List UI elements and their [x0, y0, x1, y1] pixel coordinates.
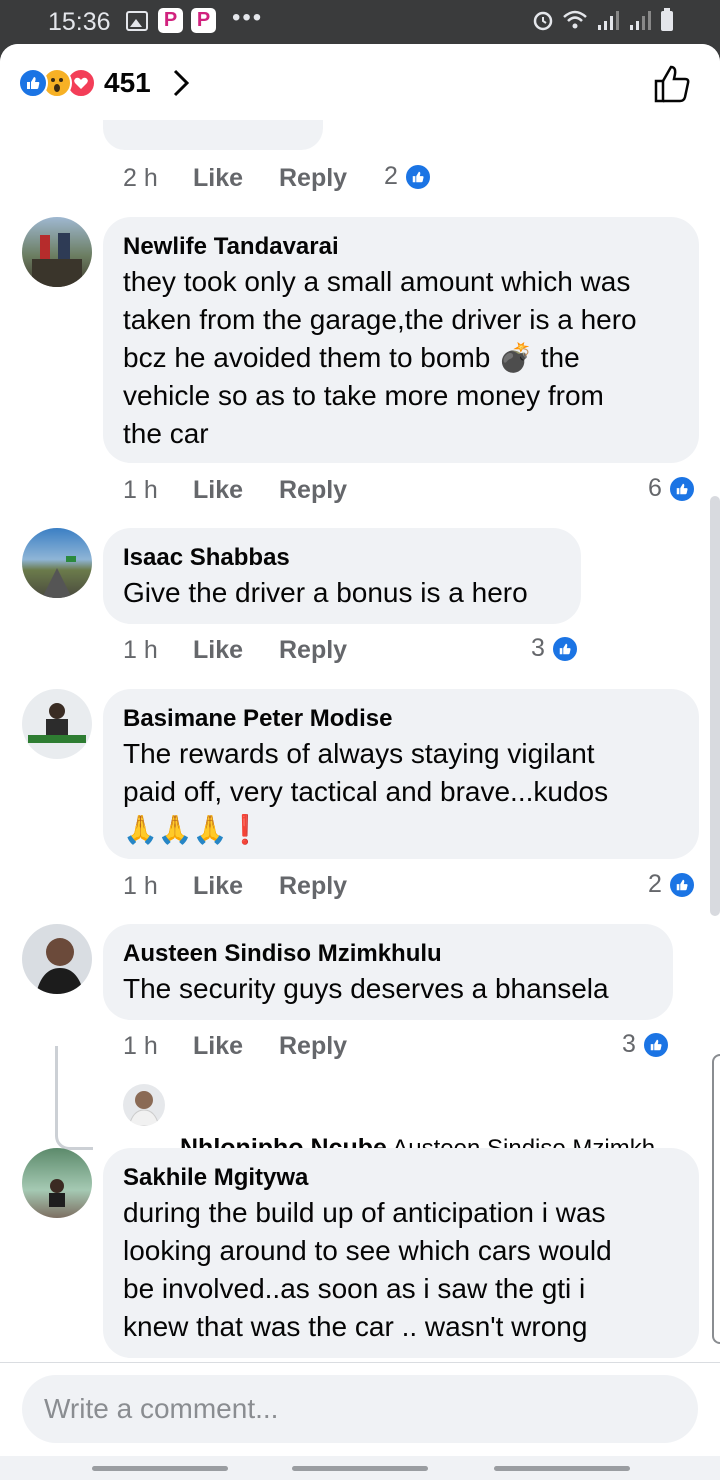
more-notifications-icon: •••: [232, 4, 264, 31]
commenter-name[interactable]: Austeen Sindiso Mzimkhulu: [123, 938, 653, 970]
alarm-icon: [533, 11, 553, 31]
avatar[interactable]: [22, 689, 92, 759]
reactions-summary[interactable]: 451: [18, 66, 189, 100]
comment-actions: 1 h Like Reply: [123, 872, 347, 901]
nav-back-button[interactable]: [494, 1466, 630, 1471]
signal-icon: [598, 11, 619, 30]
comment-like-count[interactable]: 3: [531, 634, 579, 663]
comment-text-line: they took only a small amount which was: [123, 266, 631, 297]
comment-text-line: Give the driver a bonus is a hero: [123, 577, 528, 608]
comment-time: 1 h: [123, 636, 158, 664]
comment-time: 2 h: [123, 164, 158, 192]
comments-sheet: 451 2 h Like Reply 2 Newlife Tandavarai …: [0, 44, 720, 1480]
comment-text-line: vehicle so as to take more money from: [123, 380, 604, 411]
comment-bubble[interactable]: Newlife Tandavarai they took only a smal…: [103, 217, 699, 463]
avatar[interactable]: [22, 528, 92, 598]
reply-thread-line: [55, 1046, 93, 1150]
comment-time: 1 h: [123, 476, 158, 504]
reactions-header: 451: [0, 44, 720, 120]
comment-text-line: 🙏🙏🙏❗: [123, 814, 263, 845]
comment-actions: 2 h Like Reply: [123, 164, 347, 193]
scrollbar[interactable]: [710, 496, 720, 916]
like-button[interactable]: Like: [193, 164, 279, 193]
like-button[interactable]: Like: [193, 476, 279, 505]
comment-text-line: paid off, very tactical and brave...kudo…: [123, 776, 609, 807]
signal-icon-2: [630, 11, 651, 30]
battery-icon: [661, 8, 673, 31]
comment-like-count[interactable]: 6: [648, 474, 696, 503]
commenter-name[interactable]: Basimane Peter Modise: [123, 703, 679, 735]
chevron-right-icon: [173, 69, 189, 97]
nav-recents-button[interactable]: [92, 1466, 228, 1471]
avatar[interactable]: [22, 1148, 92, 1218]
comment-text-line: taken from the garage,the driver is a he…: [123, 304, 637, 335]
thumbs-up-icon[interactable]: [652, 64, 692, 104]
like-reaction-icon: [18, 68, 48, 98]
gallery-icon: [126, 11, 148, 31]
reply-avatar[interactable]: [123, 1084, 165, 1126]
comment-time: 1 h: [123, 1032, 158, 1060]
commenter-name[interactable]: Newlife Tandavarai: [123, 231, 679, 263]
comment-text-line: The security guys deserves a bhansela: [123, 973, 609, 1004]
like-reaction-icon: [403, 162, 432, 191]
comment-bubble[interactable]: Basimane Peter Modise The rewards of alw…: [103, 689, 699, 859]
comment-text-line: knew that was the car .. wasn't wrong: [123, 1311, 588, 1342]
commenter-name[interactable]: Sakhile Mgitywa: [123, 1162, 679, 1194]
status-time: 15:36: [48, 8, 111, 36]
comment-text-line: be involved..as soon as i saw the gti i: [123, 1273, 586, 1304]
avatar[interactable]: [22, 217, 92, 287]
comment-actions: 1 h Like Reply: [123, 636, 347, 665]
like-reaction-icon: [667, 870, 696, 899]
reply-button[interactable]: Reply: [279, 476, 347, 505]
like-button[interactable]: Like: [193, 636, 279, 665]
comment-text-line: the car: [123, 418, 209, 449]
reply-button[interactable]: Reply: [279, 1032, 347, 1061]
app-p-icon: P: [158, 8, 183, 33]
comment-time: 1 h: [123, 872, 158, 900]
commenter-name[interactable]: Isaac Shabbas: [123, 542, 561, 574]
like-reaction-icon: [667, 474, 696, 503]
scroll-handle[interactable]: [712, 1054, 720, 1344]
like-button[interactable]: Like: [193, 872, 279, 901]
wifi-icon: [563, 10, 587, 29]
comment-actions: 1 h Like Reply: [123, 476, 347, 505]
comment-like-count[interactable]: 2: [648, 870, 696, 899]
status-bar: 15:36 P P •••: [0, 0, 720, 44]
comment-text-line: during the build up of anticipation i wa…: [123, 1197, 606, 1228]
comment-like-count[interactable]: 2: [384, 162, 432, 191]
comment-actions: 1 h Like Reply: [123, 1032, 347, 1061]
reply-button[interactable]: Reply: [279, 872, 347, 901]
comment-bubble[interactable]: Isaac Shabbas Give the driver a bonus is…: [103, 528, 581, 624]
reply-button[interactable]: Reply: [279, 164, 347, 193]
comment-bubble[interactable]: Austeen Sindiso Mzimkhulu The security g…: [103, 924, 673, 1020]
comment-bubble[interactable]: Sakhile Mgitywa during the build up of a…: [103, 1148, 699, 1358]
reply-button[interactable]: Reply: [279, 636, 347, 665]
comment-text-line: bcz he avoided them to bomb 💣 the: [123, 342, 580, 373]
like-button[interactable]: Like: [193, 1032, 279, 1061]
comment-text-line: The rewards of always staying vigilant: [123, 738, 595, 769]
comment-input[interactable]: [22, 1375, 698, 1443]
like-reaction-icon: [550, 634, 579, 663]
comment-like-count[interactable]: 3: [622, 1030, 670, 1059]
app-p-icon-2: P: [191, 8, 216, 33]
reaction-count: 451: [104, 67, 151, 98]
avatar[interactable]: [22, 924, 92, 994]
comment-text-line: looking around to see which cars would: [123, 1235, 612, 1266]
like-reaction-icon: [641, 1030, 670, 1059]
system-nav-bar: [0, 1456, 720, 1480]
nav-home-button[interactable]: [292, 1466, 428, 1471]
